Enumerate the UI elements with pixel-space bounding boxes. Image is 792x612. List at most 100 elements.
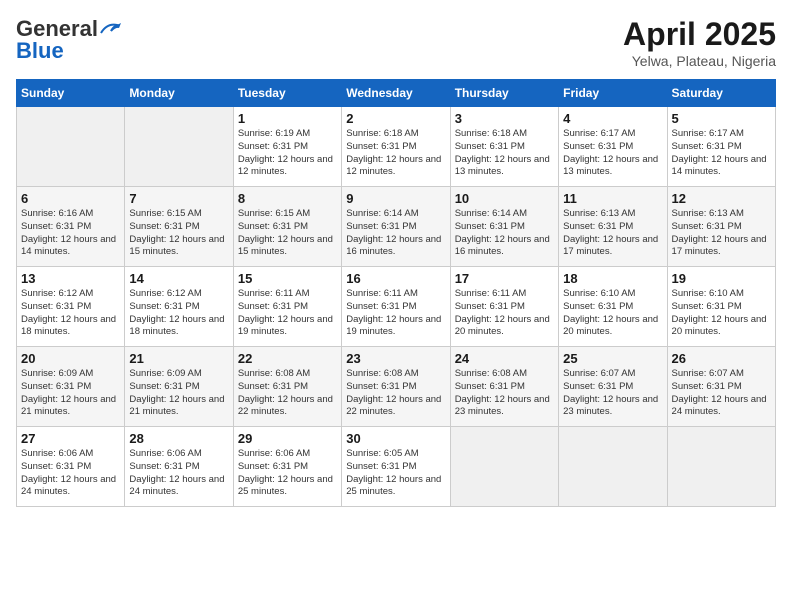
day-info: Sunrise: 6:17 AMSunset: 6:31 PMDaylight:… (563, 128, 662, 179)
column-header-monday: Monday (125, 80, 233, 107)
day-number: 29 (238, 431, 337, 446)
calendar-cell: 12 Sunrise: 6:13 AMSunset: 6:31 PMDayligh… (667, 187, 775, 267)
day-number: 3 (455, 111, 554, 126)
day-number: 2 (346, 111, 445, 126)
day-info: Sunrise: 6:08 AMSunset: 6:31 PMDaylight:… (238, 368, 337, 419)
day-number: 7 (129, 191, 228, 206)
day-number: 17 (455, 271, 554, 286)
day-info: Sunrise: 6:11 AMSunset: 6:31 PMDaylight:… (238, 288, 337, 339)
calendar-title: April 2025 (623, 16, 776, 53)
day-number: 14 (129, 271, 228, 286)
calendar-cell: 1 Sunrise: 6:19 AMSunset: 6:31 PMDaylight… (233, 107, 341, 187)
day-info: Sunrise: 6:07 AMSunset: 6:31 PMDaylight:… (563, 368, 662, 419)
page-header: General Blue April 2025 Yelwa, Plateau, … (16, 16, 776, 69)
calendar-cell (125, 107, 233, 187)
calendar-cell: 18 Sunrise: 6:10 AMSunset: 6:31 PMDayligh… (559, 267, 667, 347)
day-number: 9 (346, 191, 445, 206)
calendar-cell: 8 Sunrise: 6:15 AMSunset: 6:31 PMDaylight… (233, 187, 341, 267)
day-number: 25 (563, 351, 662, 366)
calendar-cell: 6 Sunrise: 6:16 AMSunset: 6:31 PMDaylight… (17, 187, 125, 267)
week-row-1: 1 Sunrise: 6:19 AMSunset: 6:31 PMDaylight… (17, 107, 776, 187)
day-info: Sunrise: 6:07 AMSunset: 6:31 PMDaylight:… (672, 368, 771, 419)
day-info: Sunrise: 6:13 AMSunset: 6:31 PMDaylight:… (563, 208, 662, 259)
day-info: Sunrise: 6:16 AMSunset: 6:31 PMDaylight:… (21, 208, 120, 259)
calendar-cell: 7 Sunrise: 6:15 AMSunset: 6:31 PMDaylight… (125, 187, 233, 267)
calendar-cell: 26 Sunrise: 6:07 AMSunset: 6:31 PMDayligh… (667, 347, 775, 427)
day-info: Sunrise: 6:13 AMSunset: 6:31 PMDaylight:… (672, 208, 771, 259)
day-number: 10 (455, 191, 554, 206)
column-header-tuesday: Tuesday (233, 80, 341, 107)
day-info: Sunrise: 6:15 AMSunset: 6:31 PMDaylight:… (238, 208, 337, 259)
day-info: Sunrise: 6:06 AMSunset: 6:31 PMDaylight:… (129, 448, 228, 499)
calendar-cell: 16Sunrise: 6:11 AMSunset: 6:31 PMDayligh… (342, 267, 450, 347)
day-info: Sunrise: 6:12 AMSunset: 6:31 PMDaylight:… (21, 288, 120, 339)
day-info: Sunrise: 6:09 AMSunset: 6:31 PMDaylight:… (21, 368, 120, 419)
calendar-cell (559, 427, 667, 507)
day-number: 22 (238, 351, 337, 366)
calendar-table: SundayMondayTuesdayWednesdayThursdayFrid… (16, 79, 776, 507)
calendar-cell: 20 Sunrise: 6:09 AMSunset: 6:31 PMDayligh… (17, 347, 125, 427)
day-info: Sunrise: 6:10 AMSunset: 6:31 PMDaylight:… (672, 288, 771, 339)
day-number: 19 (672, 271, 771, 286)
day-number: 12 (672, 191, 771, 206)
day-info: Sunrise: 6:14 AMSunset: 6:31 PMDaylight:… (455, 208, 554, 259)
calendar-cell: 4 Sunrise: 6:17 AMSunset: 6:31 PMDaylight… (559, 107, 667, 187)
column-header-wednesday: Wednesday (342, 80, 450, 107)
day-info: Sunrise: 6:06 AMSunset: 6:31 PMDaylight:… (21, 448, 120, 499)
calendar-cell: 25 Sunrise: 6:07 AMSunset: 6:31 PMDayligh… (559, 347, 667, 427)
day-number: 23 (346, 351, 445, 366)
day-info: Sunrise: 6:08 AMSunset: 6:31 PMDaylight:… (346, 368, 445, 419)
calendar-cell: 11Sunrise: 6:13 AMSunset: 6:31 PMDayligh… (559, 187, 667, 267)
day-info: Sunrise: 6:15 AMSunset: 6:31 PMDaylight:… (129, 208, 228, 259)
day-info: Sunrise: 6:10 AMSunset: 6:31 PMDaylight:… (563, 288, 662, 339)
column-header-friday: Friday (559, 80, 667, 107)
calendar-cell: 19 Sunrise: 6:10 AMSunset: 6:31 PMDayligh… (667, 267, 775, 347)
calendar-cell: 15 Sunrise: 6:11 AMSunset: 6:31 PMDayligh… (233, 267, 341, 347)
logo: General Blue (16, 16, 122, 64)
day-info: Sunrise: 6:05 AMSunset: 6:31 PMDaylight:… (346, 448, 445, 499)
day-info: Sunrise: 6:14 AMSunset: 6:31 PMDaylight:… (346, 208, 445, 259)
calendar-cell: 17 Sunrise: 6:11 AMSunset: 6:31 PMDayligh… (450, 267, 558, 347)
day-info: Sunrise: 6:12 AMSunset: 6:31 PMDaylight:… (129, 288, 228, 339)
day-number: 28 (129, 431, 228, 446)
column-header-thursday: Thursday (450, 80, 558, 107)
day-number: 8 (238, 191, 337, 206)
day-info: Sunrise: 6:19 AMSunset: 6:31 PMDaylight:… (238, 128, 337, 179)
week-row-3: 13 Sunrise: 6:12 AMSunset: 6:31 PMDayligh… (17, 267, 776, 347)
calendar-cell: 5 Sunrise: 6:17 AMSunset: 6:31 PMDaylight… (667, 107, 775, 187)
day-info: Sunrise: 6:18 AMSunset: 6:31 PMDaylight:… (455, 128, 554, 179)
calendar-cell: 3 Sunrise: 6:18 AMSunset: 6:31 PMDaylight… (450, 107, 558, 187)
title-section: April 2025 Yelwa, Plateau, Nigeria (623, 16, 776, 69)
calendar-cell: 9 Sunrise: 6:14 AMSunset: 6:31 PMDaylight… (342, 187, 450, 267)
day-info: Sunrise: 6:06 AMSunset: 6:31 PMDaylight:… (238, 448, 337, 499)
calendar-cell: 27Sunrise: 6:06 AMSunset: 6:31 PMDayligh… (17, 427, 125, 507)
day-number: 26 (672, 351, 771, 366)
day-number: 16 (346, 271, 445, 286)
calendar-header-row: SundayMondayTuesdayWednesdayThursdayFrid… (17, 80, 776, 107)
day-info: Sunrise: 6:17 AMSunset: 6:31 PMDaylight:… (672, 128, 771, 179)
week-row-2: 6 Sunrise: 6:16 AMSunset: 6:31 PMDaylight… (17, 187, 776, 267)
calendar-cell: 22 Sunrise: 6:08 AMSunset: 6:31 PMDayligh… (233, 347, 341, 427)
calendar-cell: 10 Sunrise: 6:14 AMSunset: 6:31 PMDayligh… (450, 187, 558, 267)
day-info: Sunrise: 6:18 AMSunset: 6:31 PMDaylight:… (346, 128, 445, 179)
calendar-cell (667, 427, 775, 507)
calendar-cell: 23 Sunrise: 6:08 AMSunset: 6:31 PMDayligh… (342, 347, 450, 427)
logo-bird-icon (99, 21, 121, 37)
day-number: 18 (563, 271, 662, 286)
day-number: 5 (672, 111, 771, 126)
day-info: Sunrise: 6:09 AMSunset: 6:31 PMDaylight:… (129, 368, 228, 419)
day-number: 15 (238, 271, 337, 286)
week-row-5: 27Sunrise: 6:06 AMSunset: 6:31 PMDayligh… (17, 427, 776, 507)
day-number: 13 (21, 271, 120, 286)
week-row-4: 20 Sunrise: 6:09 AMSunset: 6:31 PMDayligh… (17, 347, 776, 427)
day-number: 4 (563, 111, 662, 126)
calendar-cell: 24Sunrise: 6:08 AMSunset: 6:31 PMDayligh… (450, 347, 558, 427)
day-number: 6 (21, 191, 120, 206)
day-number: 24 (455, 351, 554, 366)
day-number: 1 (238, 111, 337, 126)
calendar-cell: 30Sunrise: 6:05 AMSunset: 6:31 PMDayligh… (342, 427, 450, 507)
calendar-cell (450, 427, 558, 507)
day-number: 20 (21, 351, 120, 366)
calendar-cell: 2 Sunrise: 6:18 AMSunset: 6:31 PMDaylight… (342, 107, 450, 187)
day-info: Sunrise: 6:11 AMSunset: 6:31 PMDaylight:… (455, 288, 554, 339)
